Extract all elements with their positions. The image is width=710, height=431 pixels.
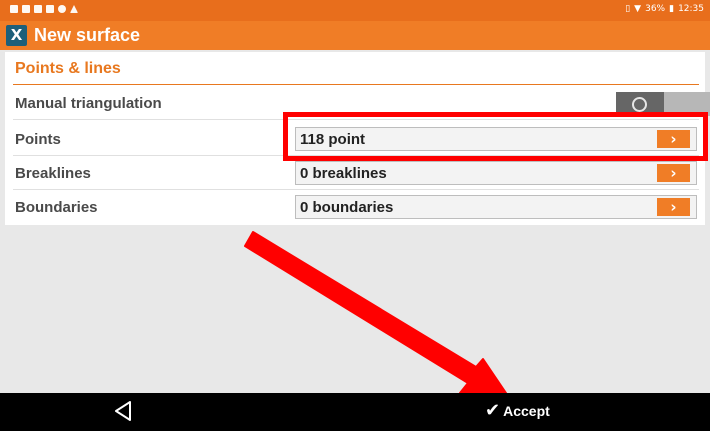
battery-percent: 36%: [645, 4, 666, 14]
clock: 12:35: [678, 4, 704, 14]
battery-icon: ▮: [669, 4, 675, 14]
notification-icon: [46, 5, 54, 13]
notification-icon: [58, 5, 66, 13]
manual-triangulation-label: Manual triangulation: [15, 95, 162, 112]
boundaries-label: Boundaries: [15, 199, 98, 216]
boundaries-value: 0 boundaries: [300, 199, 394, 216]
section-title: Points & lines: [15, 60, 121, 77]
breaklines-label: Breaklines: [15, 165, 91, 182]
breaklines-field[interactable]: 0 breaklines ›: [295, 161, 697, 185]
app-logo[interactable]: X: [6, 25, 27, 46]
accept-label: Accept: [503, 403, 550, 419]
section-divider: [13, 84, 699, 85]
bottom-nav-bar: ✔ Accept: [0, 393, 710, 431]
boundaries-field[interactable]: 0 boundaries ›: [295, 195, 697, 219]
wifi-icon: ▼: [634, 4, 642, 14]
row-breaklines: Breaklines 0 breaklines ›: [13, 159, 699, 190]
warning-icon: [70, 5, 78, 13]
vibrate-icon: ▯: [625, 4, 631, 14]
notification-icon: [34, 5, 42, 13]
accept-button[interactable]: ✔ Accept: [485, 402, 550, 420]
status-bar: ▯ ▼ 36% ▮ 12:35: [0, 0, 710, 21]
title-bar: X New surface: [0, 21, 710, 50]
breaklines-value: 0 breaklines: [300, 165, 387, 182]
checkmark-icon: ✔: [485, 400, 501, 421]
row-boundaries: Boundaries 0 boundaries ›: [13, 193, 699, 223]
highlight-box: [283, 112, 708, 161]
toggle-knob-icon: [632, 97, 647, 112]
status-icons-right: ▯ ▼ 36% ▮ 12:35: [625, 4, 704, 14]
page-title: New surface: [34, 25, 141, 45]
status-icons-left: [10, 5, 78, 13]
breaklines-chevron-right-icon[interactable]: ›: [657, 164, 690, 182]
points-label: Points: [15, 131, 61, 148]
back-icon[interactable]: [112, 399, 136, 423]
notification-icon: [10, 5, 18, 13]
boundaries-chevron-right-icon[interactable]: ›: [657, 198, 690, 216]
notification-icon: [22, 5, 30, 13]
